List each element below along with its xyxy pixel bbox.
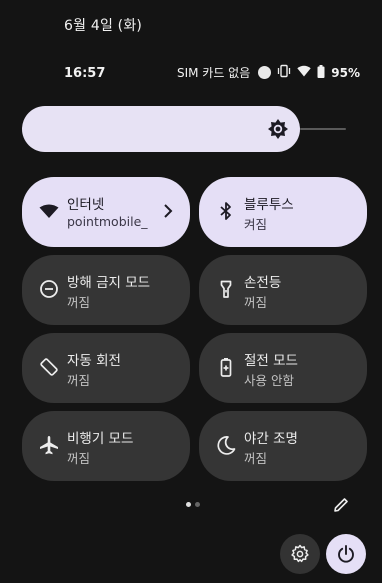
- tile-sublabel: 꺼짐: [67, 295, 91, 310]
- night-light-icon: [215, 434, 237, 456]
- clock-text: 16:57: [64, 66, 106, 81]
- tile-bluetooth[interactable]: 블루투스 켜짐: [199, 177, 367, 247]
- tile-label: 블루투스: [244, 197, 294, 213]
- battery-icon: [317, 64, 325, 81]
- battery-saver-icon: [215, 356, 237, 378]
- date-text: 6월 4일 (화): [64, 18, 143, 34]
- tile-label: 방해 금지 모드: [67, 275, 151, 291]
- tile-internet[interactable]: 인터넷 pointmobile_: [22, 177, 190, 247]
- tile-night-light[interactable]: 야간 조명 꺼짐: [199, 411, 367, 481]
- tile-do-not-disturb[interactable]: 방해 금지 모드 꺼짐: [22, 255, 190, 325]
- tile-label: 절전 모드: [244, 353, 298, 369]
- wifi-icon: [38, 200, 60, 222]
- vibrate-icon: [277, 64, 291, 81]
- tile-battery-saver[interactable]: 절전 모드 사용 안함: [199, 333, 367, 403]
- page-indicator: [186, 502, 200, 507]
- airplane-icon: [38, 434, 60, 456]
- brightness-slider[interactable]: [22, 106, 300, 152]
- status-icons: SIM 카드 없음 95%: [177, 64, 360, 81]
- battery-percent-text: 95%: [331, 65, 360, 80]
- tile-auto-rotate[interactable]: 자동 회전 꺼짐: [22, 333, 190, 403]
- auto-rotate-icon: [38, 356, 60, 378]
- tile-label: 인터넷: [67, 197, 105, 213]
- brightness-track[interactable]: [300, 128, 346, 130]
- tile-label: 비행기 모드: [67, 431, 134, 447]
- brightness-icon[interactable]: [266, 117, 290, 141]
- bluetooth-icon: [215, 200, 237, 222]
- tile-label: 손전등: [244, 275, 282, 291]
- edit-pencil-icon[interactable]: [332, 496, 350, 514]
- tile-sublabel: 꺼짐: [67, 373, 91, 388]
- power-button[interactable]: [326, 534, 366, 574]
- sim-status-text: SIM 카드 없음: [176, 66, 251, 80]
- power-icon: [338, 545, 354, 563]
- tile-flashlight[interactable]: 손전등 꺼짐: [199, 255, 367, 325]
- page-dot-active: [186, 502, 191, 507]
- tile-label: 자동 회전: [67, 353, 121, 369]
- tile-sublabel: pointmobile_: [67, 214, 148, 229]
- tile-sublabel: 꺼짐: [244, 295, 268, 310]
- tile-label: 야간 조명: [244, 431, 298, 447]
- tile-sublabel: 꺼짐: [67, 451, 91, 466]
- flashlight-icon: [215, 278, 237, 300]
- tile-sublabel: 꺼짐: [244, 451, 268, 466]
- tile-sublabel: 사용 안함: [244, 373, 294, 388]
- circle-status-icon: [258, 66, 272, 79]
- tile-sublabel: 켜짐: [244, 217, 268, 232]
- quick-settings-panel: 6월 4일 (화) 16:57 SIM 카드 없음 95% 인터넷 pointm…: [0, 0, 382, 583]
- tile-airplane-mode[interactable]: 비행기 모드 꺼짐: [22, 411, 190, 481]
- wifi-signal-icon: [297, 65, 311, 80]
- page-dot-inactive: [195, 502, 200, 507]
- chevron-right-icon[interactable]: [162, 203, 174, 219]
- settings-button[interactable]: [280, 534, 320, 574]
- do-not-disturb-icon: [38, 278, 60, 300]
- gear-icon: [291, 544, 309, 563]
